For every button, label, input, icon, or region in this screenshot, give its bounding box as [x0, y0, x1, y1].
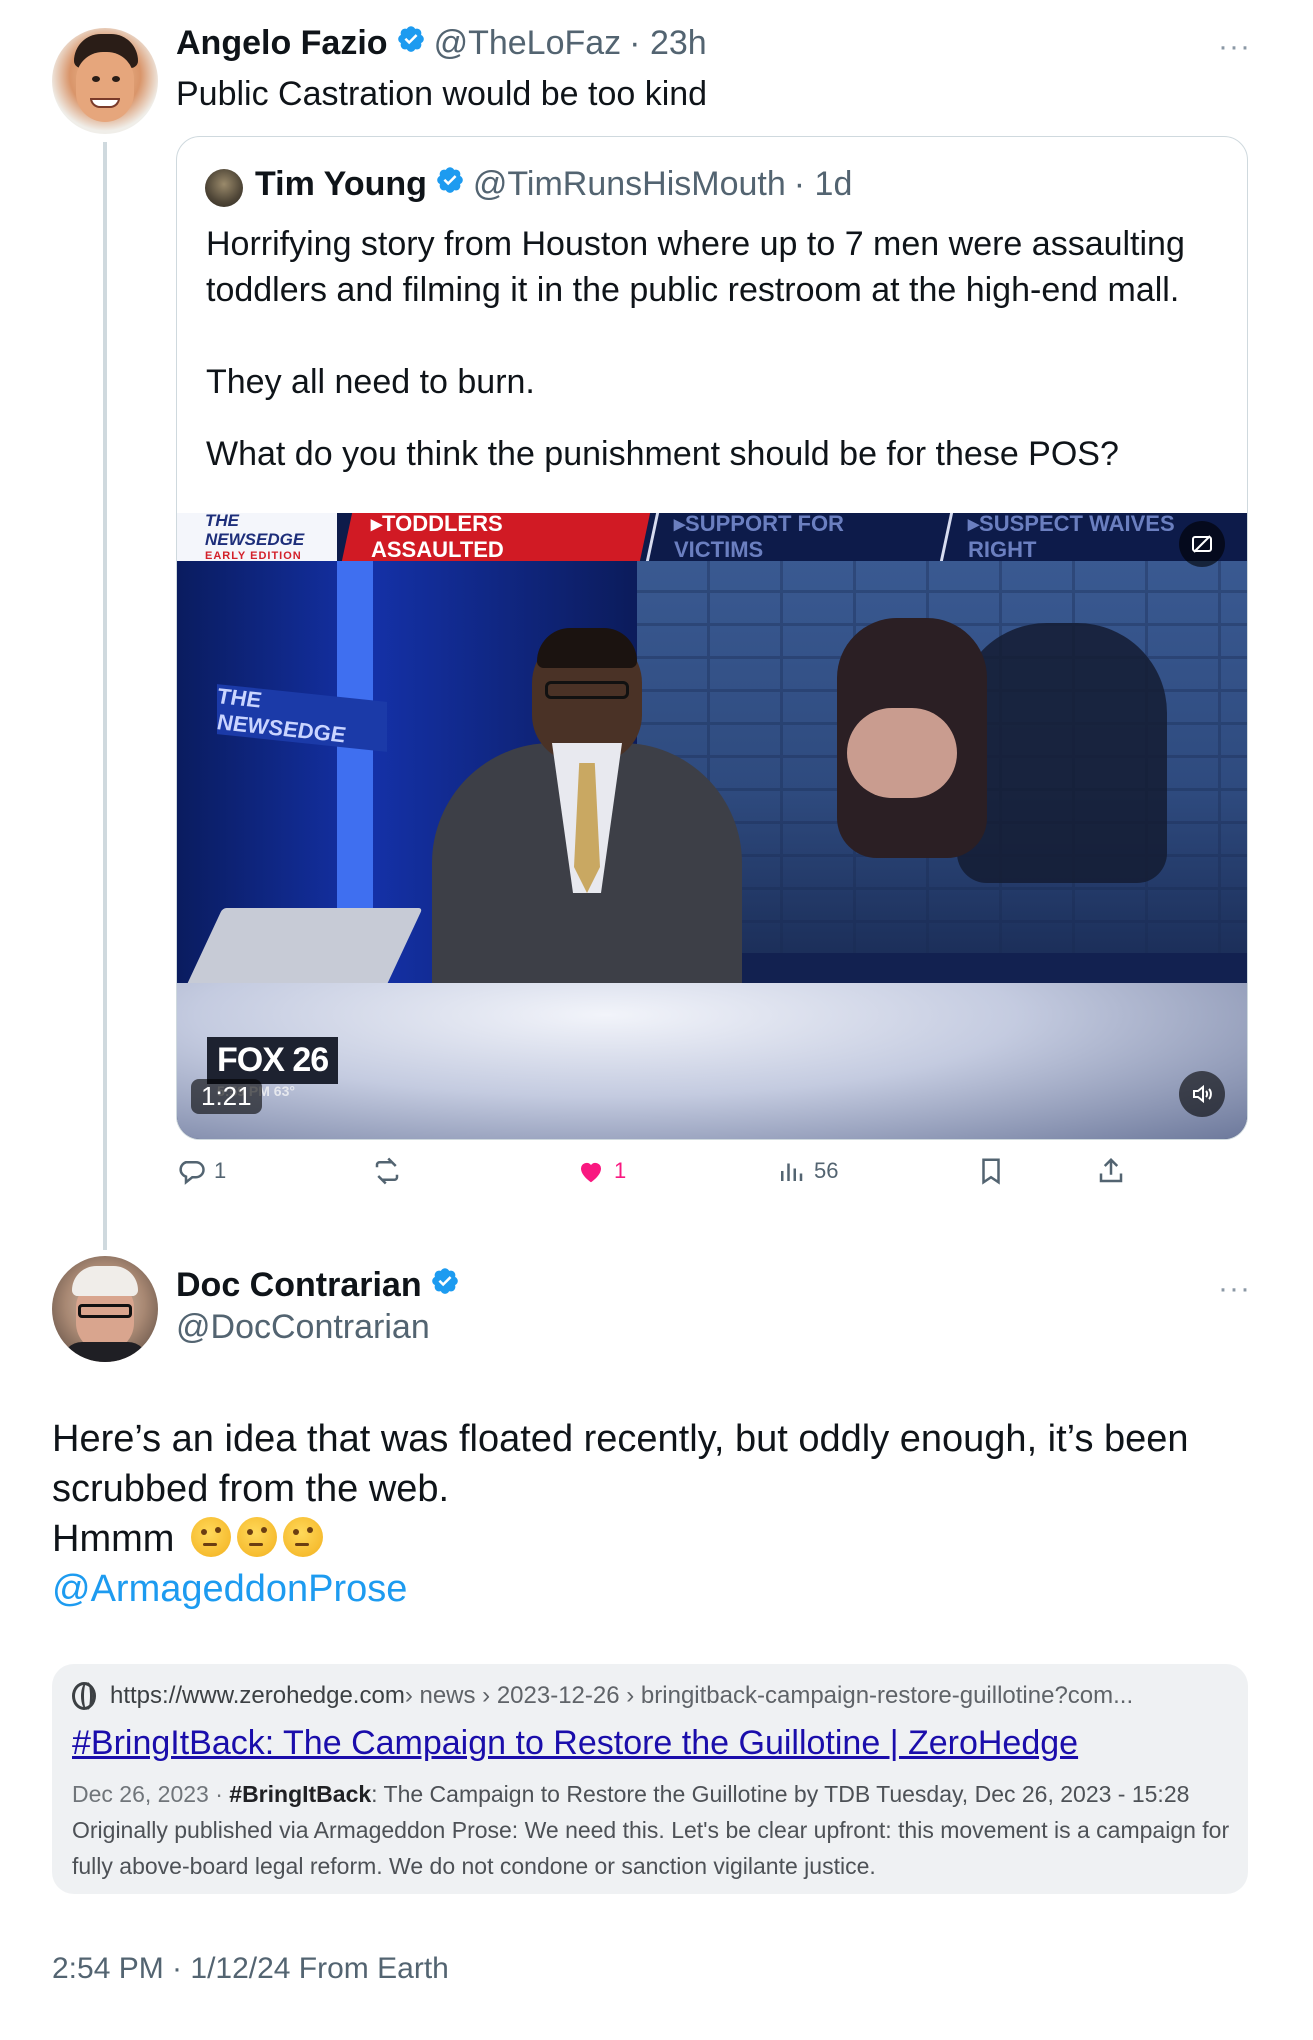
link-snippet-bold: #BringItBack — [229, 1781, 372, 1807]
verified-badge-icon — [435, 165, 465, 204]
tweet2-line-2: scrubbed from the web. — [52, 1468, 450, 1510]
link-url[interactable]: https://www.zerohedge.com › news › 2023-… — [72, 1682, 1133, 1710]
tweet2-line-3: Hmmm — [52, 1514, 1189, 1564]
link-preview-card[interactable]: https://www.zerohedge.com › news › 2023-… — [52, 1664, 1248, 1894]
reply-icon — [179, 1161, 205, 1185]
tweet1-timestamp[interactable]: · 23h — [629, 24, 707, 63]
reply-count: 1 — [214, 1158, 227, 1183]
quoted-text-paragraph-3: What do you think the punishment should … — [206, 435, 1119, 473]
station-logo: FOX 26 — [207, 1037, 339, 1084]
link-snippet: Dec 26, 2023 · #BringItBack: The Campaig… — [72, 1781, 1230, 1879]
thinking-face-emoji-icon — [236, 1517, 277, 1557]
views-count: 56 — [814, 1158, 839, 1183]
link-date: Dec 26, 2023 — [72, 1781, 209, 1807]
tweet1-more-options-button[interactable]: ··· — [1218, 32, 1251, 62]
ticker-logo: THE NEWSEDGE EARLY EDITION — [177, 513, 337, 562]
tweet2-timestamp-footer: 2:54 PM · 1/12/24 From Earth — [52, 1952, 449, 1985]
tweet2-text: Here’s an idea that was floated recently… — [52, 1414, 1189, 1614]
share-icon — [1099, 1157, 1123, 1183]
tweet1-author-name[interactable]: Angelo Fazio — [176, 24, 388, 63]
thinking-face-emoji-icon — [190, 1517, 231, 1557]
embedded-video-player[interactable]: THE NEWSEDGE THE NEWSEDGE EARLY EDITION … — [177, 513, 1247, 1139]
tweet1-author-handle[interactable]: @TheLoFaz — [434, 24, 622, 63]
tweet2-author-handle[interactable]: @DocContrarian — [176, 1308, 430, 1347]
quoted-author-name[interactable]: Tim Young — [255, 165, 427, 204]
reply-button[interactable]: 1 — [176, 1156, 226, 1186]
quoted-tweet-header: Tim Young @TimRunsHisMouth · 1d — [255, 165, 852, 204]
like-button[interactable]: 1 — [576, 1156, 626, 1186]
quoted-author-handle[interactable]: @TimRunsHisMouth — [473, 165, 786, 204]
captions-icon[interactable] — [1179, 521, 1225, 567]
mention-link[interactable]: @ArmageddonProse — [52, 1564, 1189, 1614]
tweet1-action-bar: 1 1 56 — [176, 1156, 1136, 1196]
retweet-button[interactable] — [372, 1156, 402, 1186]
heart-icon — [581, 1162, 601, 1183]
tweet1-header: Angelo Fazio @TheLoFaz · 23h — [176, 24, 707, 63]
site-favicon-icon — [72, 1682, 96, 1710]
quoted-text-paragraph-1: Horrifying story from Houston where up t… — [206, 225, 1185, 309]
views-button[interactable]: 56 — [776, 1156, 838, 1186]
tweet2-header: Doc Contrarian — [176, 1266, 468, 1305]
video-duration: 1:21 — [191, 1079, 262, 1114]
doc-contrarian-avatar[interactable] — [52, 1256, 158, 1362]
tim-young-avatar[interactable] — [205, 169, 243, 207]
retweet-icon — [375, 1157, 399, 1185]
share-button[interactable] — [1096, 1156, 1126, 1186]
like-count: 1 — [614, 1158, 627, 1183]
angelo-fazio-avatar[interactable] — [52, 28, 158, 134]
ticker-item: ▸SUPPORT FOR VICTIMS — [645, 513, 945, 562]
bookmark-button[interactable] — [976, 1156, 1006, 1186]
link-domain: https://www.zerohedge.com — [110, 1682, 405, 1709]
mute-toggle-icon[interactable] — [1179, 1071, 1225, 1117]
link-title[interactable]: #BringItBack: The Campaign to Restore th… — [72, 1724, 1078, 1763]
tweet1-text: Public Castration would be too kind — [176, 75, 708, 113]
ticker-headline: ▸TODDLERS ASSAULTED — [341, 513, 650, 562]
tweet2-more-options-button[interactable]: ··· — [1218, 1274, 1251, 1304]
thread-connector-line — [103, 142, 107, 1250]
tweet2-author-name[interactable]: Doc Contrarian — [176, 1266, 422, 1305]
quoted-text-paragraph-2: They all need to burn. — [206, 363, 535, 401]
quoted-timestamp[interactable]: · 1d — [794, 165, 853, 204]
verified-badge-icon — [396, 24, 426, 63]
verified-badge-icon — [430, 1266, 460, 1305]
tweet2-line-1: Here’s an idea that was floated recently… — [52, 1418, 1189, 1460]
link-path: › news › 2023-12-26 › bringitback-campai… — [404, 1682, 1134, 1709]
bookmark-icon — [982, 1158, 1000, 1185]
thinking-face-emoji-icon — [282, 1517, 323, 1557]
news-ticker: THE NEWSEDGE EARLY EDITION ▸TODDLERS ASS… — [177, 513, 1247, 562]
thread-view: Angelo Fazio @TheLoFaz · 23h ··· Public … — [0, 0, 1313, 2040]
quoted-tweet-card[interactable]: Tim Young @TimRunsHisMouth · 1d Horrifyi… — [176, 136, 1248, 1140]
views-chart-icon — [781, 1163, 803, 1181]
